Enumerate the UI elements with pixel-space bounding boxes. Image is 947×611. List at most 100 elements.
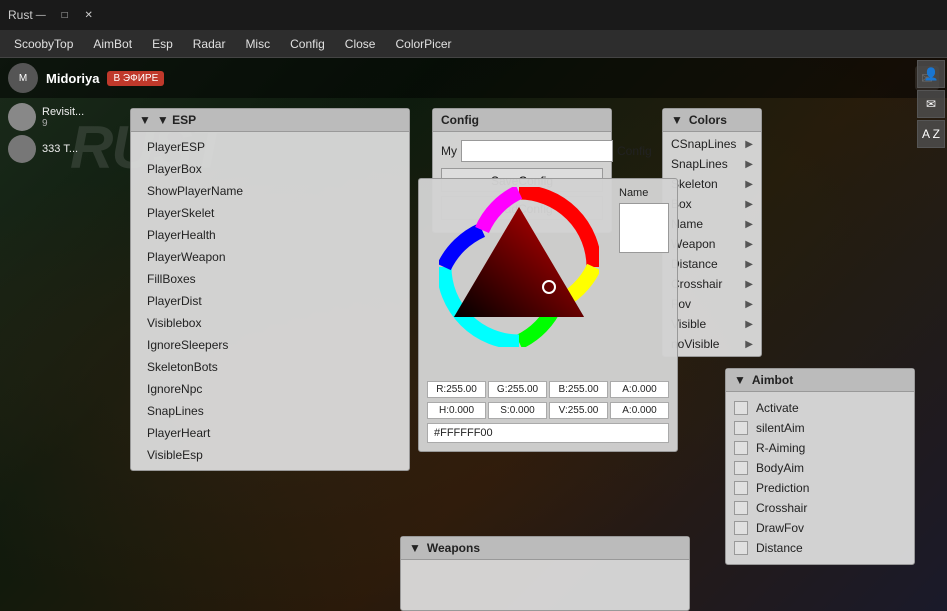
sv-color-triangle — [454, 207, 584, 317]
esp-item-visiblebox[interactable]: Visiblebox — [131, 312, 409, 334]
config-config-label: Config — [617, 144, 652, 158]
user-bar: M Midoriya В ЭФИРЕ ✉ — [0, 58, 947, 98]
esp-item-visibleEsp[interactable]: VisibleEsp — [131, 444, 409, 466]
checkbox-silentatim[interactable] — [734, 421, 748, 435]
minimize-button[interactable]: — — [33, 7, 49, 23]
menu-close[interactable]: Close — [335, 33, 386, 55]
aimbot-item-drawfov[interactable]: DrawFov — [734, 518, 906, 538]
b-value[interactable]: B:255.00 — [549, 381, 608, 398]
checkbox-activate[interactable] — [734, 401, 748, 415]
g-value[interactable]: G:255.00 — [488, 381, 547, 398]
colors-panel-header[interactable]: ▼ Colors — [663, 109, 761, 132]
checkbox-crosshair[interactable] — [734, 501, 748, 515]
list-avatar — [8, 103, 36, 131]
v-value[interactable]: V:255.00 — [549, 402, 608, 419]
username: Midoriya — [46, 71, 99, 86]
colors-crosshair-arrow: ▶ — [745, 279, 753, 290]
menu-scooby-top[interactable]: ScoobyTop — [4, 33, 83, 55]
hex-input[interactable]: #FFFFFF00 — [427, 423, 669, 443]
config-panel-header[interactable]: Config — [433, 109, 611, 132]
esp-item-skeletonBots[interactable]: SkeletonBots — [131, 356, 409, 378]
mail-icon-tr[interactable]: ✉ — [917, 90, 945, 118]
esp-item-playerEsp[interactable]: PlayerESP — [131, 136, 409, 158]
rgba-values: R:255.00 G:255.00 B:255.00 A:0.000 — [427, 381, 669, 398]
menu-misc[interactable]: Misc — [235, 33, 280, 55]
maximize-button[interactable]: □ — [57, 7, 73, 23]
avatar-icon[interactable]: 👤 — [917, 60, 945, 88]
esp-item-ignoreNpc[interactable]: IgnoreNpc — [131, 378, 409, 400]
list-user-name: 333 Т... — [42, 143, 78, 155]
checkbox-raiming[interactable] — [734, 441, 748, 455]
colors-title: Colors — [689, 113, 727, 127]
esp-panel-content: PlayerESP PlayerBox ShowPlayerName Playe… — [131, 132, 409, 470]
colors-name-arrow: ▶ — [745, 219, 753, 230]
menu-radar[interactable]: Radar — [183, 33, 236, 55]
a2-value[interactable]: A:0.000 — [610, 402, 669, 419]
user-list: Revisit... 9 333 Т... — [8, 103, 84, 167]
aimbot-item-silentatim[interactable]: silentAim — [734, 418, 906, 438]
menu-esp[interactable]: Esp — [142, 33, 183, 55]
esp-item-playerSkelet[interactable]: PlayerSkelet — [131, 202, 409, 224]
aimbot-raiming-label: R-Aiming — [756, 441, 805, 455]
esp-item-playerHealth[interactable]: PlayerHealth — [131, 224, 409, 246]
h-value[interactable]: H:0.000 — [427, 402, 486, 419]
esp-item-showPlayerName[interactable]: ShowPlayerName — [131, 180, 409, 202]
list-uname: Revisit... — [42, 106, 84, 118]
esp-item-playerWeapon[interactable]: PlayerWeapon — [131, 246, 409, 268]
aimbot-bodyaim-label: BodyAim — [756, 461, 804, 475]
color-wheel[interactable] — [429, 187, 609, 367]
checkbox-distance[interactable] — [734, 541, 748, 555]
list-user-name: Revisit... 9 — [42, 106, 84, 129]
checkbox-prediction[interactable] — [734, 481, 748, 495]
colors-skeleton-label: Skeleton — [671, 177, 718, 191]
checkbox-drawfov[interactable] — [734, 521, 748, 535]
text-icon[interactable]: A Z — [917, 120, 945, 148]
aimbot-item-distance[interactable]: Distance — [734, 538, 906, 558]
color-right: Name — [619, 187, 669, 375]
color-wheel-svg — [439, 187, 599, 347]
esp-panel-header[interactable]: ▼ ▼ ESP — [131, 109, 409, 132]
esp-item-playerHeart[interactable]: PlayerHeart — [131, 422, 409, 444]
aimbot-panel-header[interactable]: ▼ Aimbot — [726, 369, 914, 392]
aimbot-item-activate[interactable]: Activate — [734, 398, 906, 418]
menu-aimbot[interactable]: AimBot — [83, 33, 142, 55]
colors-novisible-arrow: ▶ — [745, 339, 753, 350]
list-avatar — [8, 135, 36, 163]
user-list-item: 333 Т... — [8, 135, 84, 163]
r-value[interactable]: R:255.00 — [427, 381, 486, 398]
colors-csnaplines-arrow: ▶ — [745, 139, 753, 150]
esp-item-ignoreSleepers[interactable]: IgnoreSleepers — [131, 334, 409, 356]
esp-item-snapLines[interactable]: SnapLines — [131, 400, 409, 422]
colors-item-csnaplines[interactable]: CSnapLines ▶ — [663, 134, 761, 154]
a-value[interactable]: A:0.000 — [610, 381, 669, 398]
menu-bar: ScoobyTop AimBot Esp Radar Misc Config C… — [0, 30, 947, 58]
close-button[interactable]: ✕ — [81, 7, 97, 23]
list-ulvl: 9 — [42, 118, 84, 129]
esp-item-playerBox[interactable]: PlayerBox — [131, 158, 409, 180]
weapons-title: Weapons — [427, 541, 480, 555]
colors-snaplines-label: SnapLines — [671, 157, 728, 171]
aimbot-item-crosshair[interactable]: Crosshair — [734, 498, 906, 518]
colors-visible-arrow: ▶ — [745, 319, 753, 330]
aimbot-prediction-label: Prediction — [756, 481, 809, 495]
aimbot-collapse-icon: ▼ — [734, 373, 746, 387]
config-name-input[interactable] — [461, 140, 613, 162]
colorwheel-top: Name — [427, 187, 669, 375]
colors-item-snaplines[interactable]: SnapLines ▶ — [663, 154, 761, 174]
s-value[interactable]: S:0.000 — [488, 402, 547, 419]
aimbot-panel: ▼ Aimbot Activate silentAim R-Aiming Bod… — [725, 368, 915, 565]
colorwheel-panel: Name R:255.00 G:255.00 B:255.00 A:0.000 … — [418, 178, 678, 452]
colors-novisible-label: noVisible — [671, 337, 719, 351]
config-title: Config — [441, 113, 479, 127]
esp-item-fillBoxes[interactable]: FillBoxes — [131, 268, 409, 290]
menu-colorpicer[interactable]: ColorPicer — [385, 33, 461, 55]
aimbot-item-bodyaim[interactable]: BodyAim — [734, 458, 906, 478]
user-avatar: M — [8, 63, 38, 93]
esp-title: ▼ ESP — [157, 113, 196, 127]
weapons-panel-header[interactable]: ▼ Weapons — [401, 537, 689, 560]
esp-item-playerDist[interactable]: PlayerDist — [131, 290, 409, 312]
aimbot-item-prediction[interactable]: Prediction — [734, 478, 906, 498]
aimbot-item-raiming[interactable]: R-Aiming — [734, 438, 906, 458]
checkbox-bodyaim[interactable] — [734, 461, 748, 475]
menu-config[interactable]: Config — [280, 33, 335, 55]
